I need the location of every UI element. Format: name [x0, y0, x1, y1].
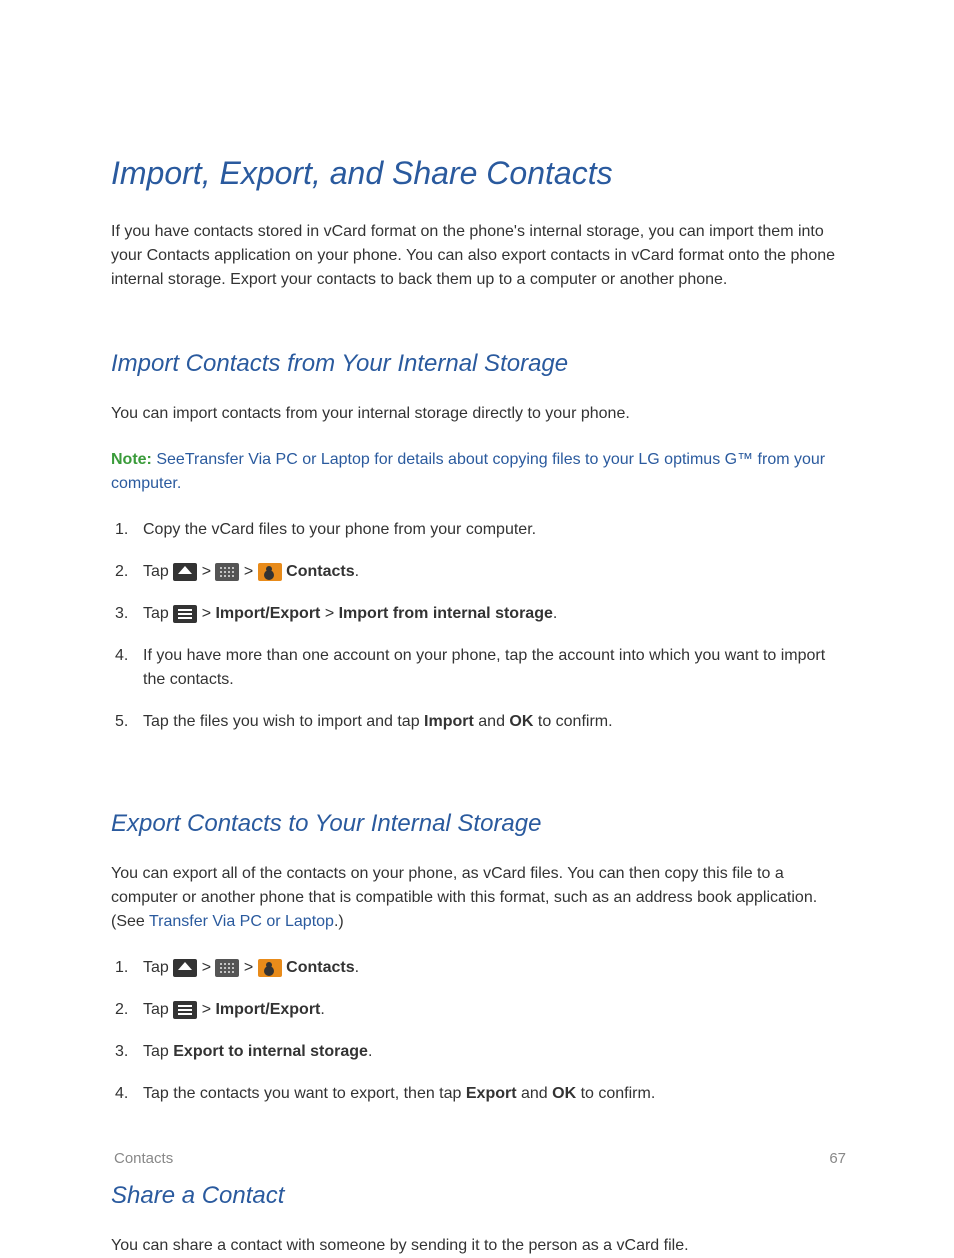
list-item: Tap > > Contacts.	[111, 956, 846, 980]
step-text: Tap the files you wish to import and tap	[143, 713, 424, 730]
apps-icon	[215, 959, 239, 977]
step-gt: >	[197, 563, 215, 580]
footer-section: Contacts	[114, 1150, 173, 1167]
step-gt: >	[197, 1001, 215, 1018]
step-gt: >	[320, 605, 338, 622]
step-bold: Contacts	[282, 959, 355, 976]
step-text: and	[474, 713, 510, 730]
section-heading-import: Import Contacts from Your Internal Stora…	[111, 350, 846, 378]
step-bold: Import	[424, 713, 474, 730]
step-text: Tap	[143, 1043, 173, 1060]
export-steps-list: Tap > > Contacts. Tap > Import/Export. T…	[111, 956, 846, 1106]
note-link[interactable]: Transfer Via PC or Laptop	[185, 451, 370, 468]
note-label: Note:	[111, 451, 152, 468]
step-text: .	[355, 959, 359, 976]
menu-icon	[173, 1001, 197, 1019]
step-bold: Export	[466, 1085, 517, 1102]
section-heading-share: Share a Contact	[111, 1182, 846, 1210]
contacts-icon	[258, 959, 282, 977]
step-text: Tap	[143, 1001, 173, 1018]
section2-intro: You can export all of the contacts on yo…	[111, 862, 846, 934]
list-item: Tap the contacts you want to export, the…	[111, 1082, 846, 1106]
step-text: Tap	[143, 563, 173, 580]
page-title: Import, Export, and Share Contacts	[111, 155, 846, 192]
menu-icon	[173, 605, 197, 623]
section1-intro: You can import contacts from your intern…	[111, 402, 846, 426]
step-text: Tap	[143, 605, 173, 622]
step-text: to confirm.	[576, 1085, 655, 1102]
import-steps-list: Copy the vCard files to your phone from …	[111, 518, 846, 734]
list-item: If you have more than one account on you…	[111, 644, 846, 692]
list-item: Copy the vCard files to your phone from …	[111, 518, 846, 542]
step-text: Tap	[143, 959, 173, 976]
page-footer: Contacts 67	[114, 1150, 846, 1167]
intro-paragraph: If you have contacts stored in vCard for…	[111, 220, 846, 292]
footer-page-number: 67	[829, 1150, 846, 1167]
step-bold: Import/Export	[215, 1001, 320, 1018]
step-text: .	[320, 1001, 324, 1018]
step-bold: OK	[509, 713, 533, 730]
step-text: and	[517, 1085, 553, 1102]
step-text: to confirm.	[533, 713, 612, 730]
step-bold: Import from internal storage	[339, 605, 553, 622]
step-bold: Contacts	[282, 563, 355, 580]
list-item: Tap > Import/Export.	[111, 998, 846, 1022]
list-item: Tap > Import/Export > Import from intern…	[111, 602, 846, 626]
step-text: .	[355, 563, 359, 580]
home-icon	[173, 959, 197, 977]
home-icon	[173, 563, 197, 581]
step-bold: Export to internal storage	[173, 1043, 368, 1060]
step-bold: Import/Export	[215, 605, 320, 622]
contacts-icon	[258, 563, 282, 581]
intro-text: .)	[334, 913, 344, 930]
step-bold: OK	[552, 1085, 576, 1102]
note-block: Note: SeeTransfer Via PC or Laptop for d…	[111, 448, 846, 496]
step-gt: >	[197, 959, 215, 976]
step-gt: >	[239, 959, 257, 976]
transfer-link[interactable]: Transfer Via PC or Laptop	[149, 913, 334, 930]
section3-intro: You can share a contact with someone by …	[111, 1234, 846, 1258]
note-see: See	[156, 451, 184, 468]
step-text: .	[368, 1043, 372, 1060]
step-gt: >	[239, 563, 257, 580]
apps-icon	[215, 563, 239, 581]
list-item: Tap Export to internal storage.	[111, 1040, 846, 1064]
document-page: Import, Export, and Share Contacts If yo…	[0, 0, 954, 1258]
list-item: Tap the files you wish to import and tap…	[111, 710, 846, 734]
section-heading-export: Export Contacts to Your Internal Storage	[111, 810, 846, 838]
list-item: Tap > > Contacts.	[111, 560, 846, 584]
step-text: Tap the contacts you want to export, the…	[143, 1085, 466, 1102]
step-text: .	[553, 605, 557, 622]
step-gt: >	[197, 605, 215, 622]
